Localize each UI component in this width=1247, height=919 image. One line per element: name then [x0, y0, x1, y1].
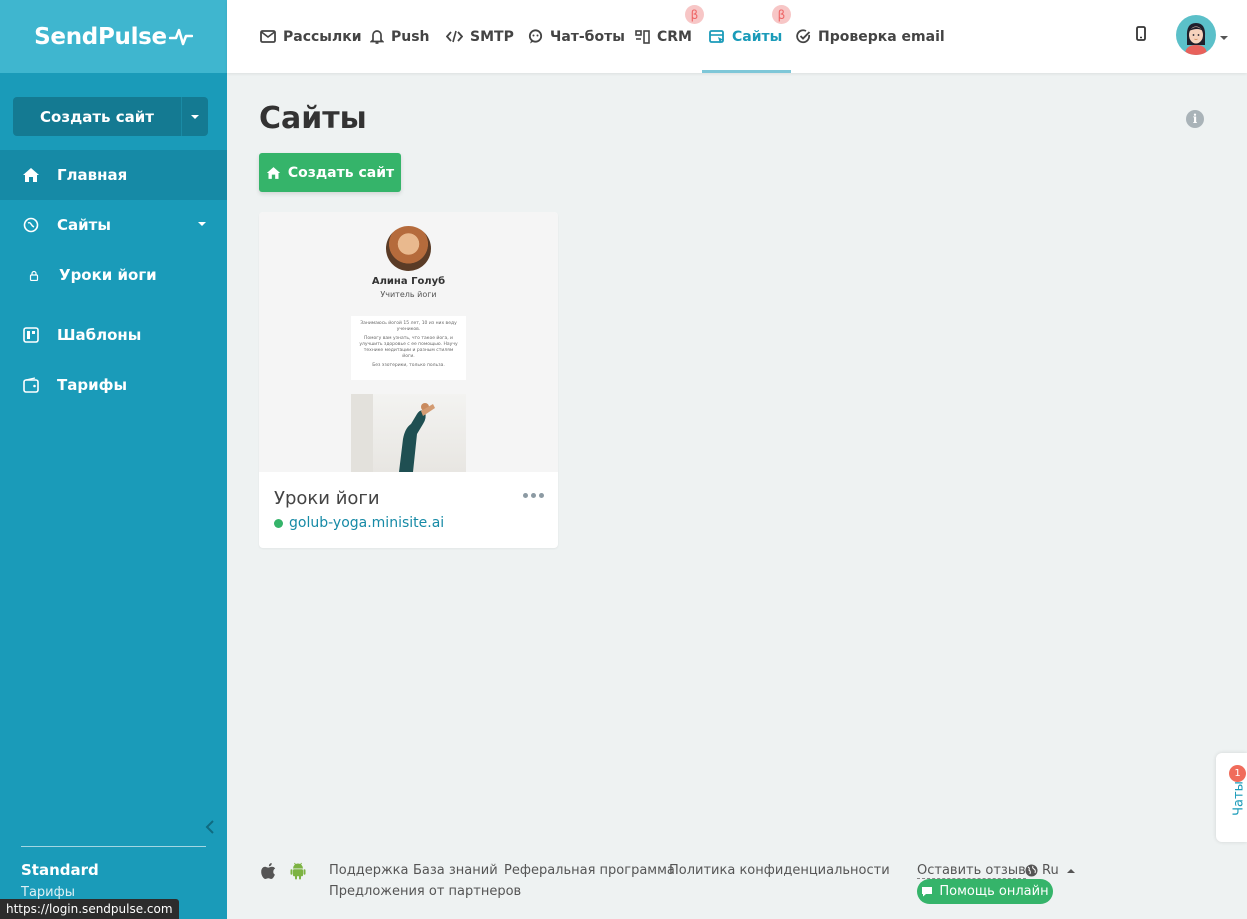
templates-icon: [22, 326, 40, 344]
sites-icon: [709, 29, 725, 44]
preview-text-block: Занимаюсь йогой 15 лет, 10 из них веду у…: [351, 316, 466, 380]
more-options-icon[interactable]: [523, 493, 544, 498]
status-dot: [274, 518, 283, 528]
beta-badge: β: [772, 5, 791, 24]
footer-link-partners[interactable]: Предложения от партнеров: [329, 884, 521, 899]
info-icon[interactable]: i: [1186, 110, 1204, 128]
page-title: Сайты: [259, 101, 367, 136]
sidebar-item-label: Сайты: [57, 216, 111, 234]
topnav-item-push[interactable]: Push: [370, 0, 430, 73]
home-icon: [22, 166, 40, 184]
logo-bar: SendPulse: [0, 0, 227, 73]
topnav-label: Проверка email: [818, 28, 945, 45]
topnav-label: Рассылки: [283, 28, 362, 45]
topnav-item-sites[interactable]: Сайты: [701, 0, 792, 73]
button-label: Создать сайт: [287, 164, 395, 181]
site-url-link[interactable]: golub-yoga.minisite.ai: [274, 515, 444, 531]
feedback-link[interactable]: Оставить отзыв: [917, 863, 1026, 879]
footer-link-knowledge-base[interactable]: База знаний: [413, 863, 498, 878]
top-navigation: Рассылки Push SMTP Чат-боты CRM β Сайты …: [227, 0, 1247, 73]
topnav-item-smtp[interactable]: SMTP: [446, 0, 514, 73]
sidebar-item-templates[interactable]: Шаблоны: [0, 310, 227, 360]
topnav-label: CRM: [657, 28, 692, 45]
help-label: Помощь онлайн: [939, 884, 1049, 899]
site-title[interactable]: Уроки йоги: [274, 488, 380, 509]
preview-text-line: Занимаюсь йогой 15 лет, 10 из них веду у…: [360, 321, 457, 332]
apple-icon[interactable]: [261, 862, 276, 884]
collapse-sidebar-icon[interactable]: [204, 819, 218, 834]
sidebar-item-tariffs[interactable]: Тарифы: [0, 360, 227, 410]
footer-link-privacy[interactable]: Политика конфиденциальности: [669, 863, 890, 878]
create-site-button[interactable]: Создать сайт: [13, 97, 181, 136]
chevron-down-icon: [198, 222, 206, 226]
mobile-app-icon[interactable]: [1136, 26, 1146, 45]
sidebar-item-sites[interactable]: Сайты: [0, 200, 227, 250]
topnav-label: Push: [391, 28, 430, 45]
crm-icon: [635, 29, 650, 44]
topnav-item-email-verification[interactable]: Проверка email: [796, 0, 945, 73]
wallet-icon: [22, 376, 40, 394]
site-preview[interactable]: Алина Голуб Учитель йоги Занимаюсь йогой…: [259, 212, 558, 472]
topnav-item-campaigns[interactable]: Рассылки: [260, 0, 362, 73]
site-url: golub-yoga.minisite.ai: [289, 515, 445, 531]
topnav-label: Сайты: [732, 28, 783, 45]
create-site-split-button: Создать сайт: [13, 97, 208, 136]
code-icon: [446, 30, 463, 43]
sidebar-item-label: Тарифы: [57, 376, 128, 394]
footer-link-referral[interactable]: Реферальная программа: [504, 863, 675, 878]
lock-icon: [28, 266, 40, 284]
preview-text-line: Помогу вам узнать, что такое йога, и улу…: [359, 336, 458, 359]
plan-name: Standard: [21, 861, 99, 879]
logo-text: SendPulse: [34, 23, 167, 50]
plan-link[interactable]: Тарифы: [21, 885, 75, 900]
bell-icon: [370, 29, 384, 44]
preview-name: Алина Голуб: [371, 276, 446, 287]
logo[interactable]: SendPulse: [34, 24, 193, 50]
sidebar: SendPulse Создать сайт Главная Сайты Уро…: [0, 0, 227, 919]
sidebar-item-label: Уроки йоги: [59, 266, 157, 284]
topnav-item-chatbots[interactable]: Чат-боты: [528, 0, 625, 73]
footer-link-support[interactable]: Поддержка: [329, 863, 409, 878]
globe-icon: [1025, 864, 1038, 877]
chatbot-icon: [528, 29, 543, 44]
status-bar-url: https://login.sendpulse.com: [0, 899, 179, 919]
chats-widget-tab[interactable]: 1 Чаты: [1216, 753, 1247, 842]
language-selector[interactable]: Ru: [1025, 863, 1075, 878]
online-help-button[interactable]: Помощь онлайн: [917, 879, 1053, 904]
topnav-label: SMTP: [470, 28, 514, 45]
android-icon[interactable]: [290, 862, 306, 884]
app-links: [261, 862, 306, 884]
create-site-main-button[interactable]: Создать сайт: [259, 153, 401, 192]
preview-yoga-image: [351, 394, 466, 472]
chevron-down-icon: [191, 114, 199, 119]
topnav-item-crm[interactable]: CRM: [635, 0, 692, 73]
sidebar-item-label: Шаблоны: [57, 326, 142, 344]
beta-badge: β: [685, 5, 704, 24]
home-icon: [266, 166, 281, 179]
chevron-down-icon[interactable]: [1220, 36, 1228, 40]
sidebar-item-yoga-site[interactable]: Уроки йоги: [0, 250, 227, 300]
topnav-label: Чат-боты: [550, 28, 625, 45]
sidebar-item-home[interactable]: Главная: [0, 150, 227, 200]
preview-role: Учитель йоги: [380, 290, 437, 299]
sidebar-divider: [21, 846, 206, 847]
site-card[interactable]: Алина Голуб Учитель йоги Занимаюсь йогой…: [259, 212, 558, 548]
language-label: Ru: [1042, 863, 1059, 878]
preview-profile-photo: [386, 226, 431, 271]
sites-icon: [22, 216, 40, 234]
mail-icon: [260, 30, 276, 43]
chat-bubble-icon: [922, 887, 933, 897]
create-site-dropdown-toggle[interactable]: [181, 97, 208, 136]
check-circle-icon: [796, 29, 811, 44]
chats-label: Чаты: [1231, 781, 1247, 816]
preview-text-line: Без эзотерики, только польза.: [372, 363, 445, 368]
avatar[interactable]: [1176, 15, 1216, 55]
chevron-up-icon: [1066, 868, 1075, 873]
pulse-icon: [168, 28, 193, 45]
sidebar-item-label: Главная: [57, 166, 128, 184]
